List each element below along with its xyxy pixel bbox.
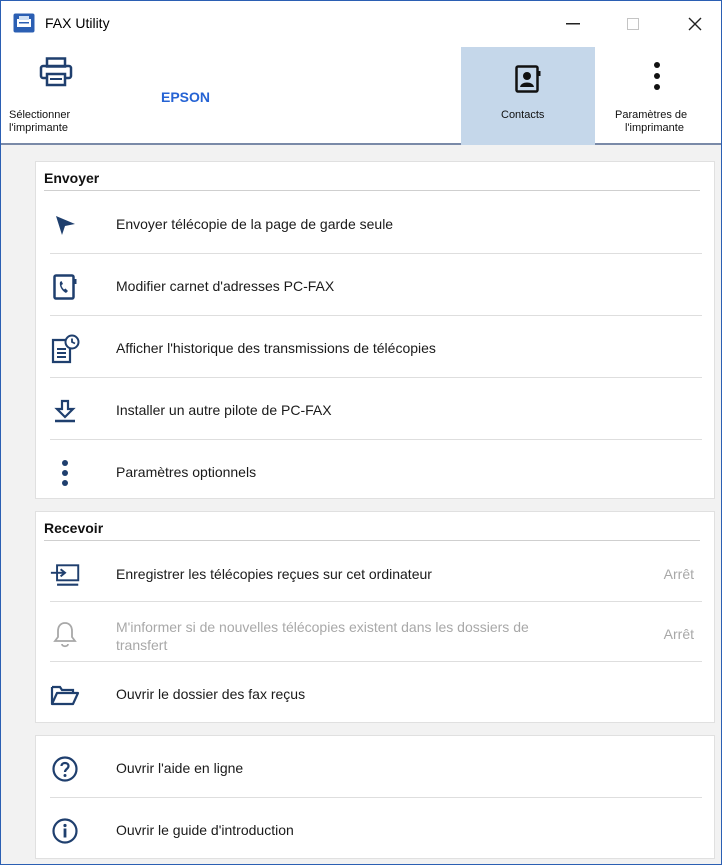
view-transmission-history-label: Afficher l'historique des transmissions … (116, 340, 436, 356)
edit-address-book-label: Modifier carnet d'adresses PC-FAX (116, 278, 335, 294)
help-circle-icon (50, 754, 80, 784)
contacts-label: Contacts (501, 109, 545, 121)
toolbar: Sélectionner l'imprimante EPSON Contacts (1, 47, 721, 145)
printer-settings-label-line2: l'imprimante (625, 122, 684, 134)
notify-new-faxes-label-line2: transfert (116, 637, 168, 653)
maximize-button[interactable] (607, 1, 659, 47)
fax-utility-window: FAX Utility Sélectionner l'imprimante EP… (0, 0, 722, 865)
printer-icon (39, 57, 73, 92)
title-bar: FAX Utility (1, 1, 721, 47)
selected-printer-name: EPSON (161, 89, 211, 105)
receive-section-title: Recevoir (44, 520, 104, 536)
notify-new-faxes-item[interactable]: M'informer si de nouvelles télécopies ex… (36, 602, 716, 662)
send-arrow-icon (50, 210, 80, 240)
select-printer-button[interactable]: Sélectionner l'imprimante (9, 47, 109, 145)
more-vertical-icon (653, 61, 661, 96)
open-received-fax-folder-label: Ouvrir le dossier des fax reçus (116, 686, 306, 702)
open-intro-guide-label: Ouvrir le guide d'introduction (116, 822, 294, 838)
more-vertical-icon (50, 458, 80, 488)
send-cover-page-only-item[interactable]: Envoyer télécopie de la page de garde se… (36, 192, 716, 254)
receive-section: Recevoir Enregistrer les télécopies reçu… (35, 511, 715, 723)
send-section: Envoyer Envoyer télécopie de la page de … (35, 161, 715, 499)
minimize-button[interactable] (547, 1, 599, 47)
save-received-faxes-item[interactable]: Enregistrer les télécopies reçues sur ce… (36, 542, 716, 602)
printer-settings-button[interactable]: Paramètres de l'imprimante (607, 47, 721, 145)
notify-new-faxes-label-line1: M'informer si de nouvelles télécopies ex… (116, 619, 529, 635)
history-icon (50, 334, 80, 364)
section-divider (44, 190, 700, 191)
maximize-icon (627, 18, 639, 30)
open-online-help-item[interactable]: Ouvrir l'aide en ligne (36, 736, 716, 798)
view-transmission-history-item[interactable]: Afficher l'historique des transmissions … (36, 316, 716, 378)
save-received-faxes-label: Enregistrer les télécopies reçues sur ce… (116, 566, 432, 582)
contacts-icon (515, 65, 541, 98)
send-section-title: Envoyer (44, 170, 100, 186)
select-printer-label-line1: Sélectionner (9, 109, 71, 121)
optional-settings-label: Paramètres optionnels (116, 464, 257, 480)
edit-address-book-item[interactable]: Modifier carnet d'adresses PC-FAX (36, 254, 716, 316)
select-printer-label-line2: l'imprimante (9, 122, 68, 134)
open-intro-guide-item[interactable]: Ouvrir le guide d'introduction (36, 798, 716, 860)
contacts-button[interactable]: Contacts (461, 47, 595, 145)
folder-open-icon (50, 680, 80, 710)
notify-new-faxes-state: Arrêt (663, 626, 694, 642)
minimize-icon (566, 23, 580, 25)
close-icon (688, 17, 702, 31)
help-section: Ouvrir l'aide en ligne Ouvrir le guide d… (35, 735, 715, 859)
notify-new-faxes-label: M'informer si de nouvelles télécopies ex… (116, 618, 636, 654)
send-cover-page-only-label: Envoyer télécopie de la page de garde se… (116, 216, 394, 232)
open-received-fax-folder-item[interactable]: Ouvrir le dossier des fax reçus (36, 662, 716, 722)
bell-icon (50, 620, 80, 650)
download-icon (50, 396, 80, 426)
save-to-pc-icon (50, 560, 80, 590)
printer-settings-label-line1: Paramètres de (615, 109, 688, 121)
open-online-help-label: Ouvrir l'aide en ligne (116, 760, 244, 776)
close-button[interactable] (669, 1, 721, 47)
window-title: FAX Utility (45, 15, 110, 31)
optional-settings-item[interactable]: Paramètres optionnels (36, 440, 716, 502)
install-pcfax-driver-label: Installer un autre pilote de PC-FAX (116, 402, 332, 418)
save-received-faxes-state: Arrêt (663, 566, 694, 582)
phonebook-icon (50, 272, 80, 302)
info-circle-icon (50, 816, 80, 846)
install-pcfax-driver-item[interactable]: Installer un autre pilote de PC-FAX (36, 378, 716, 440)
fax-utility-app-icon (13, 13, 35, 33)
section-divider (44, 540, 700, 541)
